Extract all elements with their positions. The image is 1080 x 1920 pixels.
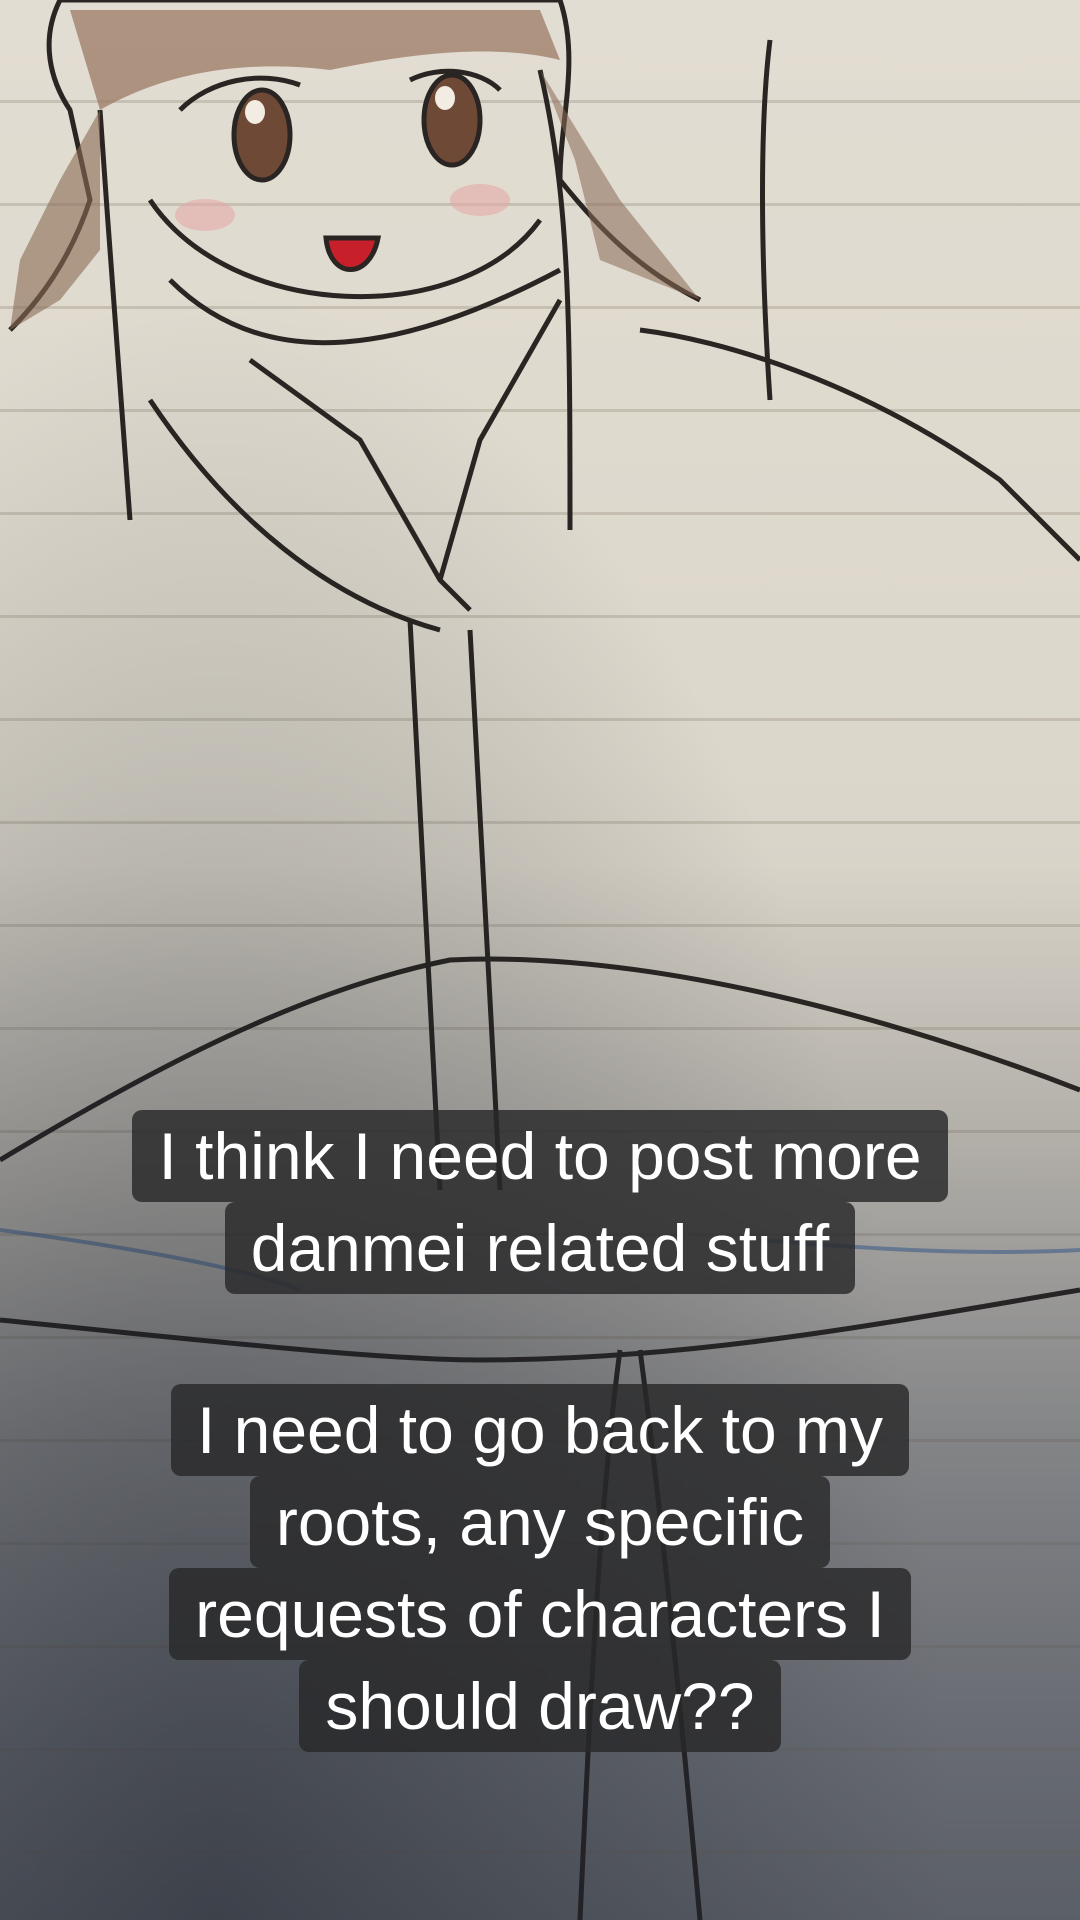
caption-2-line-2: roots, any specific bbox=[249, 1476, 831, 1568]
caption-1-line-2: danmei related stuff bbox=[224, 1202, 856, 1294]
caption-2-line-3: requests of characters I bbox=[169, 1568, 911, 1660]
caption-2-line-4: should draw?? bbox=[299, 1660, 781, 1752]
video-frame: I think I need to post more danmei relat… bbox=[0, 0, 1080, 1920]
caption-overlay: I think I need to post more danmei relat… bbox=[0, 0, 1080, 1920]
caption-1-line-1: I think I need to post more bbox=[132, 1110, 948, 1202]
caption-2-line-1: I need to go back to my bbox=[170, 1384, 910, 1476]
caption-block-2: I need to go back to my roots, any speci… bbox=[0, 1384, 1080, 1752]
caption-block-1: I think I need to post more danmei relat… bbox=[0, 1110, 1080, 1294]
